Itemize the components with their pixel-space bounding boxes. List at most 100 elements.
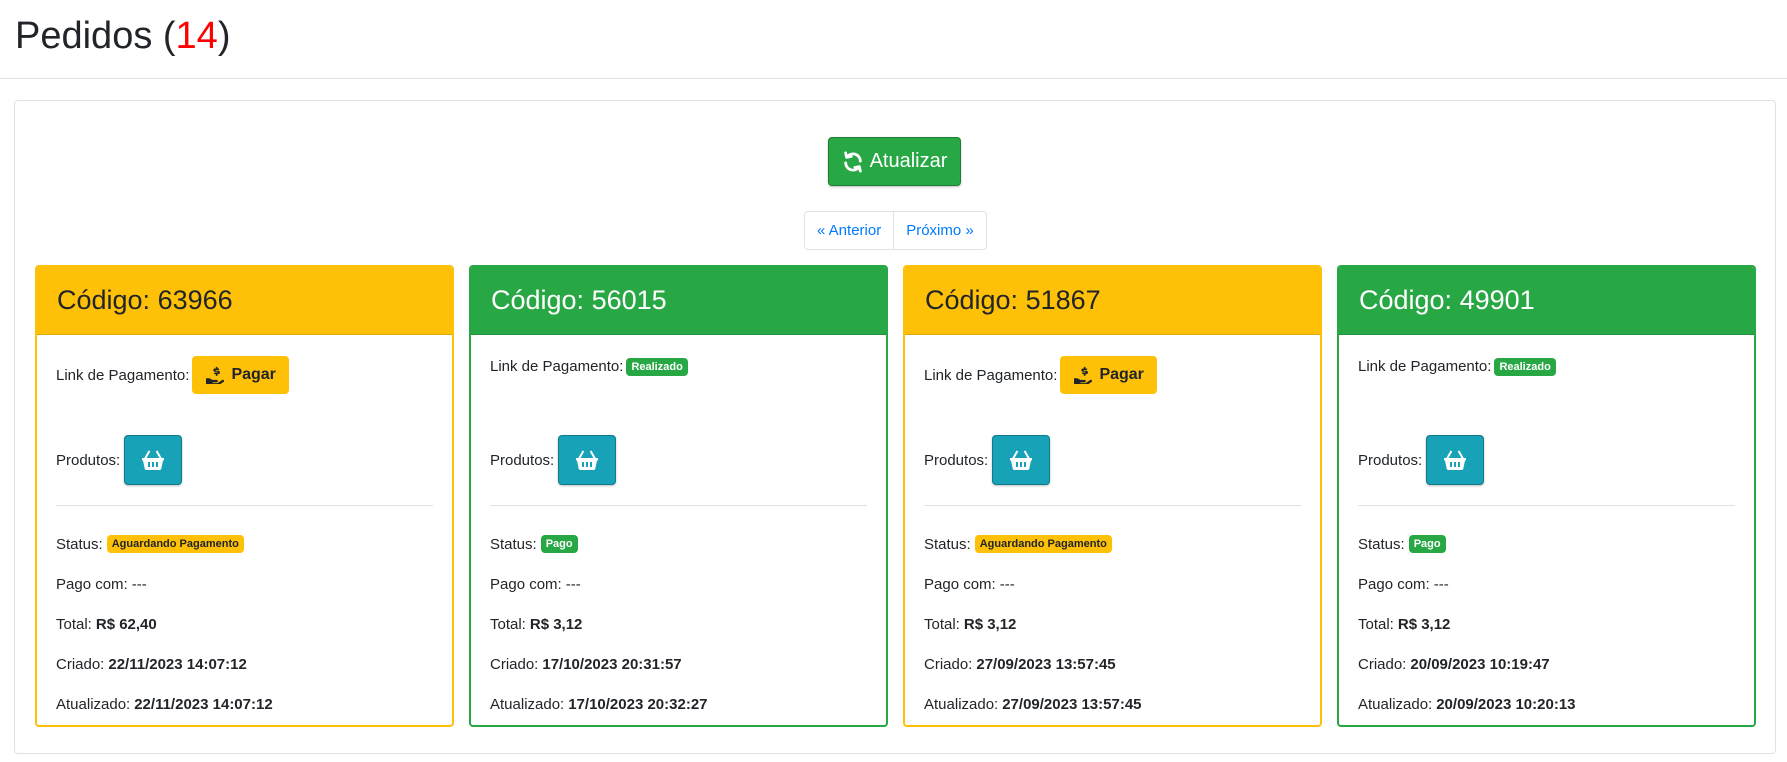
- status-badge: Pago: [1408, 535, 1446, 553]
- paid-with-label: Pago com:: [490, 575, 562, 593]
- created-label: Criado:: [490, 655, 539, 673]
- order-code: Código: 56015: [471, 267, 886, 335]
- page-title-text: Pedidos: [15, 15, 153, 57]
- order-code: Código: 63966: [37, 267, 452, 335]
- order-card-2: Código: 51867 Link de Pagamento: Pagar P…: [903, 265, 1322, 727]
- updated-value: 27/09/2023 13:57:45: [1002, 695, 1142, 713]
- created-value: 17/10/2023 20:31:57: [542, 655, 682, 673]
- created-line: Criado: 22/11/2023 14:07:12: [56, 644, 433, 684]
- pay-button[interactable]: Pagar: [1060, 356, 1157, 394]
- total-line: Total: R$ 3,12: [924, 604, 1301, 644]
- updated-line: Atualizado: 17/10/2023 20:32:27: [490, 684, 867, 724]
- prev-page-link[interactable]: « Anterior: [805, 212, 893, 249]
- order-card-3: Código: 49901 Link de Pagamento: Realiza…: [1337, 265, 1756, 727]
- updated-value: 17/10/2023 20:32:27: [568, 695, 708, 713]
- refresh-button-label: Atualizar: [869, 150, 948, 172]
- order-card-body: Link de Pagamento: Realizado Produtos: S…: [471, 335, 886, 724]
- payment-done-badge: Realizado: [626, 358, 688, 376]
- products-row: Produtos:: [490, 415, 867, 501]
- order-count: 14: [175, 15, 218, 57]
- page-title: Pedidos (14): [15, 15, 231, 57]
- updated-value: 22/11/2023 14:07:12: [134, 695, 273, 713]
- products-button[interactable]: [124, 435, 183, 485]
- created-label: Criado:: [1358, 655, 1407, 673]
- payment-link-row: Link de Pagamento: Pagar: [924, 335, 1301, 415]
- hand-holding-dollar-icon: [206, 366, 225, 384]
- order-card-body: Link de Pagamento: Pagar Produtos: Statu…: [37, 335, 452, 724]
- paid-with-label: Pago com:: [56, 575, 128, 593]
- created-line: Criado: 27/09/2023 13:57:45: [924, 644, 1301, 684]
- total-line: Total: R$ 3,12: [490, 604, 867, 644]
- total-value: R$ 3,12: [529, 615, 583, 633]
- paid-with-value: ---: [1433, 575, 1449, 593]
- updated-label: Atualizado:: [490, 695, 565, 713]
- status-label: Status:: [924, 535, 971, 553]
- refresh-button[interactable]: Atualizar: [828, 137, 961, 186]
- total-label: Total:: [490, 615, 526, 633]
- products-row: Produtos:: [924, 415, 1301, 501]
- created-label: Criado:: [924, 655, 973, 673]
- total-label: Total:: [924, 615, 960, 633]
- products-label: Produtos:: [1358, 451, 1423, 469]
- updated-value: 20/09/2023 10:20:13: [1436, 695, 1576, 713]
- products-button[interactable]: [558, 435, 617, 485]
- pay-button[interactable]: Pagar: [192, 356, 289, 394]
- paid-with-line: Pago com: ---: [56, 564, 433, 604]
- updated-line: Atualizado: 27/09/2023 13:57:45: [924, 684, 1301, 724]
- created-line: Criado: 17/10/2023 20:31:57: [490, 644, 867, 684]
- updated-line: Atualizado: 20/09/2023 10:20:13: [1358, 684, 1735, 724]
- total-label: Total:: [1358, 615, 1394, 633]
- order-card-1: Código: 56015 Link de Pagamento: Realiza…: [469, 265, 888, 727]
- status-label: Status:: [490, 535, 537, 553]
- products-button[interactable]: [1426, 435, 1485, 485]
- order-card-body: Link de Pagamento: Realizado Produtos: S…: [1339, 335, 1754, 724]
- products-label: Produtos:: [56, 451, 121, 469]
- order-code: Código: 51867: [905, 267, 1320, 335]
- paid-with-line: Pago com: ---: [1358, 564, 1735, 604]
- order-card-0: Código: 63966 Link de Pagamento: Pagar P…: [35, 265, 454, 727]
- created-value: 20/09/2023 10:19:47: [1410, 655, 1550, 673]
- order-info: Status: Pago Pago com: --- Total: R$ 3,1…: [490, 506, 867, 724]
- order-info: Status: Pago Pago com: --- Total: R$ 3,1…: [1358, 506, 1735, 724]
- paid-with-value: ---: [131, 575, 147, 593]
- total-line: Total: R$ 3,12: [1358, 604, 1735, 644]
- products-label: Produtos:: [924, 451, 989, 469]
- updated-label: Atualizado:: [1358, 695, 1433, 713]
- paid-with-label: Pago com:: [924, 575, 996, 593]
- payment-link-label: Link de Pagamento:: [490, 358, 624, 375]
- status-line: Status: Pago: [490, 524, 867, 564]
- status-line: Status: Pago: [1358, 524, 1735, 564]
- status-line: Status: Aguardando Pagamento: [56, 524, 433, 564]
- products-row: Produtos:: [1358, 415, 1735, 501]
- updated-label: Atualizado:: [924, 695, 999, 713]
- status-badge: Aguardando Pagamento: [974, 535, 1112, 553]
- order-code: Código: 49901: [1339, 267, 1754, 335]
- order-info: Status: Aguardando Pagamento Pago com: -…: [924, 506, 1301, 724]
- created-line: Criado: 20/09/2023 10:19:47: [1358, 644, 1735, 684]
- products-button[interactable]: [992, 435, 1051, 485]
- pay-button-label: Pagar: [1099, 366, 1144, 383]
- next-page-link[interactable]: Próximo »: [893, 212, 986, 249]
- status-badge: Pago: [540, 535, 578, 553]
- total-line: Total: R$ 62,40: [56, 604, 433, 644]
- total-value: R$ 62,40: [95, 615, 157, 633]
- orders-panel: Atualizar « Anterior Próximo » Código: 6…: [14, 100, 1776, 754]
- status-line: Status: Aguardando Pagamento: [924, 524, 1301, 564]
- basket-icon: [576, 450, 599, 471]
- order-card-body: Link de Pagamento: Pagar Produtos: Statu…: [905, 335, 1320, 724]
- total-value: R$ 3,12: [963, 615, 1017, 633]
- status-label: Status:: [56, 535, 103, 553]
- status-badge: Aguardando Pagamento: [106, 535, 244, 553]
- payment-link-label: Link de Pagamento:: [924, 366, 1058, 384]
- payment-link-row: Link de Pagamento: Realizado: [1358, 335, 1735, 415]
- order-info: Status: Aguardando Pagamento Pago com: -…: [56, 506, 433, 724]
- created-value: 22/11/2023 14:07:12: [108, 655, 247, 673]
- total-value: R$ 3,12: [1397, 615, 1451, 633]
- order-cards: Código: 63966 Link de Pagamento: Pagar P…: [35, 265, 1756, 727]
- pay-button-label: Pagar: [231, 366, 276, 383]
- basket-icon: [1444, 450, 1467, 471]
- hand-holding-dollar-icon: [1074, 366, 1093, 384]
- updated-line: Atualizado: 22/11/2023 14:07:12: [56, 684, 433, 724]
- paid-with-label: Pago com:: [1358, 575, 1430, 593]
- pagination: « Anterior Próximo »: [804, 211, 987, 250]
